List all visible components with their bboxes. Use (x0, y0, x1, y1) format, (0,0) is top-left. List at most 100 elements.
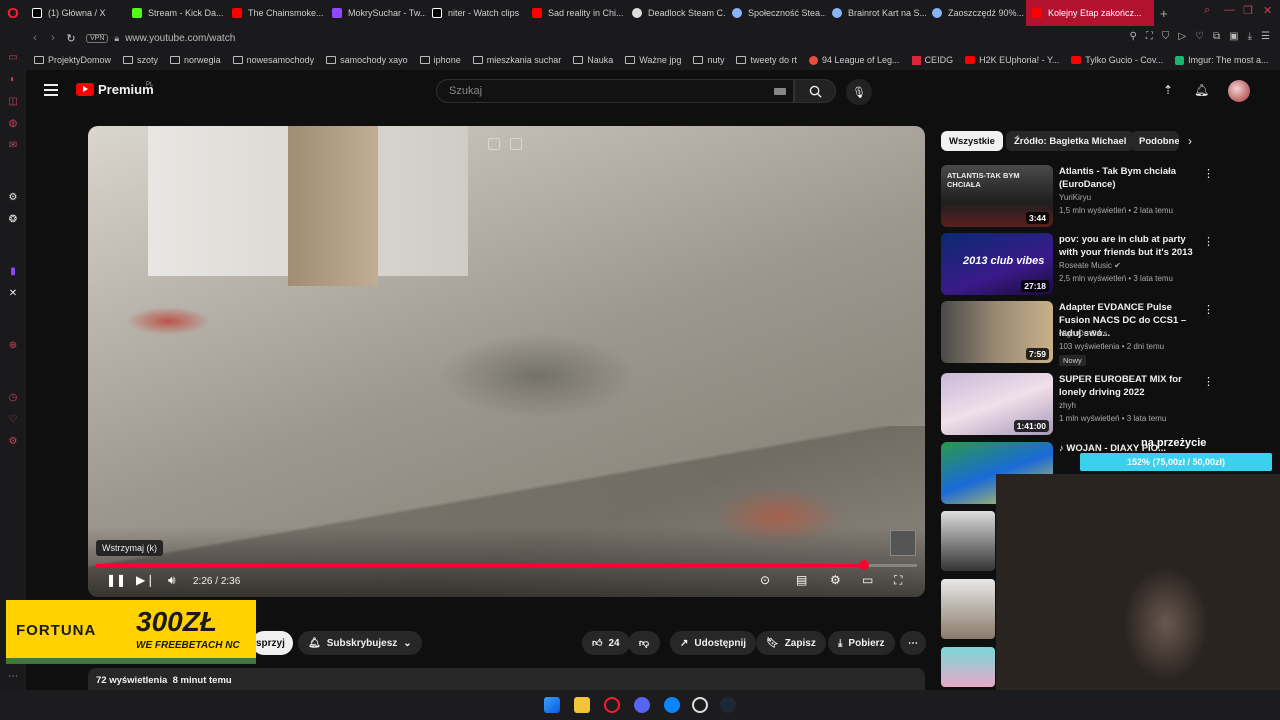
progress-bar[interactable] (96, 560, 917, 570)
twitch-icon[interactable]: ▮ (7, 266, 19, 278)
bookmark-item[interactable]: samochody xayo (326, 55, 408, 65)
extensions-icon[interactable]: ⧉ (1213, 31, 1220, 42)
tab-5[interactable]: Sad reality in Chi... (526, 0, 626, 26)
obs-icon[interactable] (692, 697, 708, 713)
close-icon[interactable]: ✕ (1263, 4, 1272, 17)
messenger-icon[interactable] (664, 697, 680, 713)
tab-active[interactable]: Kolejny Etap zakończ... (1026, 0, 1154, 26)
video-thumbnail[interactable] (941, 511, 995, 571)
recommendation-item[interactable]: 7:59 Adapter EVDANCE Pulse Fusion NACS D… (941, 301, 1214, 366)
more-actions-button[interactable]: ⋯ (900, 631, 926, 655)
chevron-right-icon[interactable]: › (1188, 134, 1192, 148)
hamburger-menu-icon[interactable] (44, 84, 58, 96)
channel-name[interactable]: zhyh (1059, 401, 1076, 410)
video-title[interactable]: pov: you are in club at party with your … (1059, 233, 1199, 259)
upload-icon[interactable]: ⇡ (1163, 83, 1173, 97)
download-icon[interactable]: ⤓ (1248, 31, 1252, 42)
media-icon[interactable]: ▷ (1178, 31, 1186, 42)
file-explorer-icon[interactable] (574, 697, 590, 713)
bookmark-item[interactable]: H2K EUphoria! - Y... (965, 55, 1059, 65)
heart-icon[interactable]: ♡ (1195, 31, 1204, 42)
kebab-menu-icon[interactable]: ⋮ (1203, 375, 1214, 388)
bookmark-item[interactable]: Imgur: The most a... (1175, 55, 1269, 65)
save-button[interactable]: 🔖︎ Zapisz (756, 631, 826, 655)
search-input[interactable]: Szukaj (436, 79, 794, 103)
bookmark-item[interactable]: 94 League of Leg... (808, 55, 900, 65)
history-icon[interactable]: ◷ (7, 392, 19, 404)
opera-logo-icon[interactable]: O (0, 0, 26, 26)
discord-icon[interactable] (634, 697, 650, 713)
tab-1[interactable]: Stream - Kick Da... (126, 0, 226, 26)
bookmark-item[interactable]: ProjektyDomow (34, 55, 111, 65)
chip-similar[interactable]: Podobne (1131, 131, 1179, 151)
kebab-menu-icon[interactable]: ⋮ (1203, 235, 1214, 248)
bookmark-item[interactable]: iphone (419, 55, 461, 65)
minimize-icon[interactable]: — (1224, 4, 1235, 16)
bookmark-item[interactable]: szoty (123, 55, 158, 65)
kebab-menu-icon[interactable]: ⋮ (1203, 303, 1214, 316)
aria-icon[interactable]: ◐ (7, 74, 19, 86)
tab-8[interactable]: Brainrot Kart na S... (826, 0, 926, 26)
forward-icon[interactable]: › (44, 32, 62, 44)
video-player[interactable]: Wstrzymaj (k) ❚❚ ▶❘ 🔊︎ 2:26 / 2:36 ⊙ ▤ ⚙… (88, 126, 925, 597)
vpn-badge[interactable]: VPN (86, 33, 109, 43)
tab-2[interactable]: The Chainsmoke... (226, 0, 326, 26)
video-title[interactable]: SUPER EUROBEAT MIX for lonely driving 20… (1059, 373, 1199, 399)
bookmark-item[interactable]: mieszkania suchar (472, 55, 561, 65)
tab-7[interactable]: Społeczność Stea... (726, 0, 826, 26)
chip-source[interactable]: Źródło: Bagietka Michael (1006, 131, 1135, 151)
fullscreen-icon[interactable]: ⛶ (894, 573, 902, 588)
bookmark-item[interactable]: nowesamochody (232, 55, 314, 65)
video-thumbnail[interactable]: 7:59 (941, 301, 1053, 363)
more-icon[interactable]: ⋯ (7, 671, 19, 683)
join-button[interactable]: sprzyj (252, 631, 293, 655)
channel-name[interactable]: High On Cars (1059, 329, 1107, 338)
recommendation-item[interactable]: 1:41:00 SUPER EUROBEAT MIX for lonely dr… (941, 373, 1214, 437)
tab-0[interactable]: (1) Główna / X (26, 0, 126, 26)
shield-icon[interactable]: ⛉ (1162, 31, 1170, 42)
bookmark-item[interactable]: CEIDG (911, 55, 953, 65)
end-card-thumbnail[interactable] (890, 530, 916, 556)
video-thumbnail[interactable]: 2013 club vibes 27:18 (941, 233, 1053, 295)
video-thumbnail[interactable] (941, 647, 995, 687)
recommendation-item[interactable]: 2013 club vibes 27:18 pov: you are in cl… (941, 233, 1214, 297)
tab-4[interactable]: niter - Watch clips (426, 0, 526, 26)
screenshot-icon[interactable]: ⛶ (1146, 31, 1153, 42)
new-tab-icon[interactable]: + (1154, 6, 1174, 21)
pin-icon[interactable]: ⚲ (1130, 31, 1137, 42)
openai-icon[interactable]: ❂ (7, 214, 19, 226)
fortuna-ad[interactable]: FORTUNA 300ZŁ WE FREEBETACH NC (6, 600, 256, 664)
bookmark-item[interactable]: Nauka (573, 55, 613, 65)
video-title[interactable]: Atlantis - Tak Bym chciała (EuroDance) (1059, 165, 1199, 191)
bell-icon[interactable]: 🔔︎ (1194, 83, 1209, 97)
settings-icon[interactable]: ⚙ (7, 436, 19, 448)
tab-6[interactable]: Deadlock Steam C... (626, 0, 726, 26)
channel-name[interactable]: YuriKiryu (1059, 193, 1091, 202)
keyboard-icon[interactable] (774, 88, 786, 95)
bookmark-item[interactable]: Tylko Gucio - Cov... (1071, 55, 1163, 65)
tab-3[interactable]: MokrySuchar - Tw... (326, 0, 426, 26)
mail-icon[interactable]: ✉ (7, 140, 19, 152)
chatgpt-icon[interactable]: ⚙ (7, 192, 19, 204)
opera-gx-icon[interactable] (604, 697, 620, 713)
miniplayer-icon[interactable] (488, 138, 500, 150)
add-icon[interactable]: ⊕ (7, 340, 19, 352)
like-button[interactable]: 👍︎ 24 (582, 631, 630, 655)
messenger-icon[interactable]: ◍ (7, 118, 19, 130)
autoplay-toggle[interactable]: ⊙ (760, 573, 770, 587)
subscribed-button[interactable]: 🔔︎ Subskrybujesz ⌄ (298, 631, 422, 655)
search-tabs-icon[interactable]: ⌕ (1204, 4, 1210, 17)
bookmark-item[interactable]: tweety do rt (736, 55, 797, 65)
theater-mode-icon[interactable]: ▭ (862, 573, 873, 587)
chip-all[interactable]: Wszystkie (941, 131, 1003, 151)
download-button[interactable]: ⤓ Pobierz (828, 631, 895, 655)
pip-icon[interactable] (510, 138, 522, 150)
volume-icon[interactable]: 🔊︎ (168, 573, 176, 588)
settings-gear-icon[interactable]: ⚙ (830, 573, 841, 587)
share-button[interactable]: ↗ Udostępnij (670, 631, 757, 655)
reload-icon[interactable]: ↻ (62, 32, 80, 45)
workspace-icon[interactable]: ▭ (7, 52, 19, 64)
youtube-logo[interactable]: Premium (76, 82, 154, 97)
bag-icon[interactable]: ◫ (7, 96, 19, 108)
channel-name[interactable]: Roseate Music ✔ (1059, 261, 1121, 270)
